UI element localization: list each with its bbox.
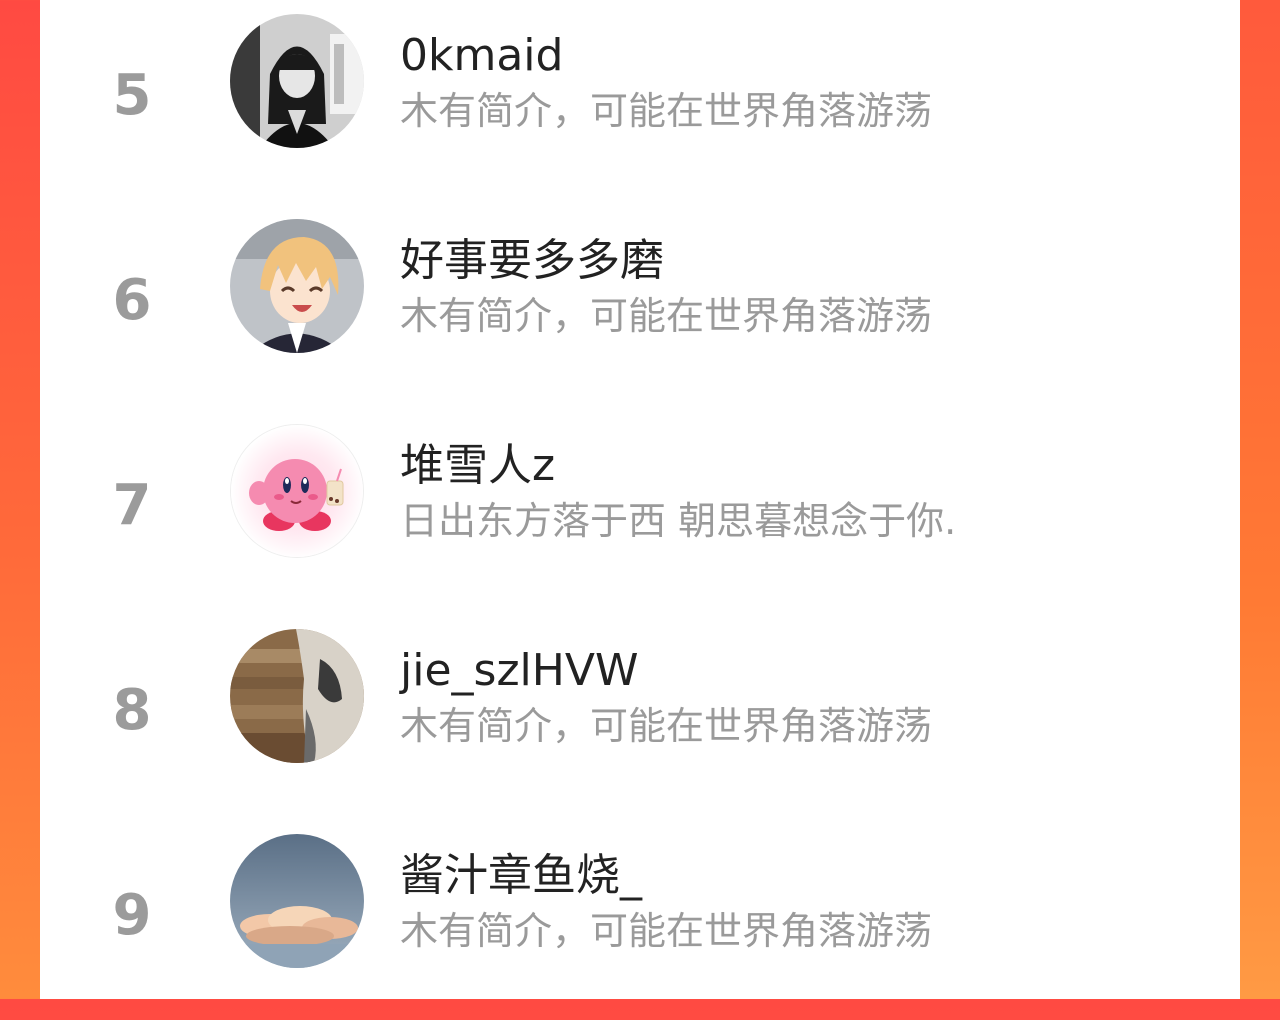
background-right-edge xyxy=(1240,0,1280,999)
list-item[interactable]: 8 jie_szlHVW 木有简介，可能在世界角落游荡 xyxy=(40,615,1240,815)
user-name[interactable]: 堆雪人z xyxy=(400,440,555,492)
list-item[interactable]: 7 堆雪人z 日出东方落于西 朝思暮想念于你. xyxy=(40,410,1240,610)
rank-number: 7 xyxy=(112,473,152,538)
kirby-icon xyxy=(231,425,363,557)
list-item[interactable]: 9 酱汁章鱼烧_ 木有简介，可能在世界角落游荡 xyxy=(40,820,1240,1020)
rank-number: 5 xyxy=(112,63,152,128)
ranking-list-card: 5 0kmaid 木有简介，可能在世界角落游荡 6 好事要多多磨 木有简介，可能… xyxy=(40,0,1240,999)
avatar[interactable] xyxy=(230,219,364,353)
girl-bw-photo-icon xyxy=(230,14,364,148)
user-bio: 日出东方落于西 朝思暮想念于你. xyxy=(400,499,957,543)
user-name[interactable]: jie_szlHVW xyxy=(400,645,638,697)
user-name[interactable]: 好事要多多磨 xyxy=(400,235,664,287)
avatar[interactable] xyxy=(230,424,364,558)
cloud-sky-icon xyxy=(230,834,364,968)
anime-boy-icon xyxy=(230,219,364,353)
cat-photo-icon xyxy=(230,629,364,763)
rank-number: 6 xyxy=(112,268,152,333)
user-bio: 木有简介，可能在世界角落游荡 xyxy=(400,704,933,748)
user-name[interactable]: 0kmaid xyxy=(400,30,563,82)
rank-number: 9 xyxy=(112,883,152,948)
user-bio: 木有简介，可能在世界角落游荡 xyxy=(400,294,933,338)
avatar[interactable] xyxy=(230,629,364,763)
user-bio: 木有简介，可能在世界角落游荡 xyxy=(400,909,933,953)
user-name[interactable]: 酱汁章鱼烧_ xyxy=(400,850,642,902)
avatar[interactable] xyxy=(230,14,364,148)
rank-number: 8 xyxy=(112,678,152,743)
user-bio: 木有简介，可能在世界角落游荡 xyxy=(400,89,933,133)
list-item[interactable]: 6 好事要多多磨 木有简介，可能在世界角落游荡 xyxy=(40,205,1240,405)
avatar[interactable] xyxy=(230,834,364,968)
list-item[interactable]: 5 0kmaid 木有简介，可能在世界角落游荡 xyxy=(40,0,1240,200)
